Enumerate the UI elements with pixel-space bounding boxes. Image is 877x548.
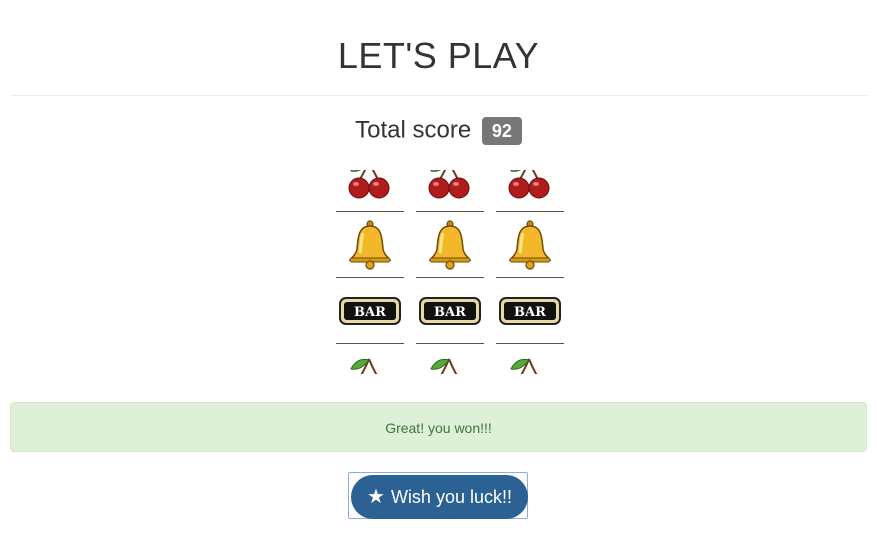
spin-button-focus-ring: ★ Wish you luck!! <box>348 472 528 519</box>
header-divider <box>10 95 868 96</box>
spin-button[interactable]: ★ Wish you luck!! <box>351 475 528 519</box>
bar-icon: BAR <box>416 278 484 344</box>
bar-icon: BAR <box>496 278 564 344</box>
reel-1: BAR <box>336 170 404 374</box>
star-icon: ★ <box>367 486 385 508</box>
reel-2: BAR <box>416 170 484 374</box>
page-title: LET'S PLAY <box>337 35 540 76</box>
cherry-icon <box>336 170 404 212</box>
bell-icon <box>336 212 404 278</box>
win-alert: Great! you won!!! <box>10 402 867 452</box>
cherry-icon <box>496 170 564 212</box>
bar-symbol-text: BAR <box>514 305 546 320</box>
spin-button-label: Wish you luck!! <box>390 486 512 507</box>
bar-symbol-text: BAR <box>434 305 466 320</box>
score-display: Total score 92 <box>0 114 877 147</box>
bell-icon <box>416 212 484 278</box>
slot-reels: BAR BAR BAR <box>336 170 566 374</box>
score-badge: 92 <box>481 116 522 145</box>
cherry-icon <box>416 344 484 374</box>
cherry-icon <box>416 170 484 212</box>
bell-icon <box>496 212 564 278</box>
cherry-icon <box>336 344 404 374</box>
score-label: Total score <box>355 116 472 144</box>
bar-icon: BAR <box>336 278 404 344</box>
reel-3: BAR <box>496 170 564 374</box>
bar-symbol-text: BAR <box>354 305 386 320</box>
cherry-icon <box>496 344 564 374</box>
